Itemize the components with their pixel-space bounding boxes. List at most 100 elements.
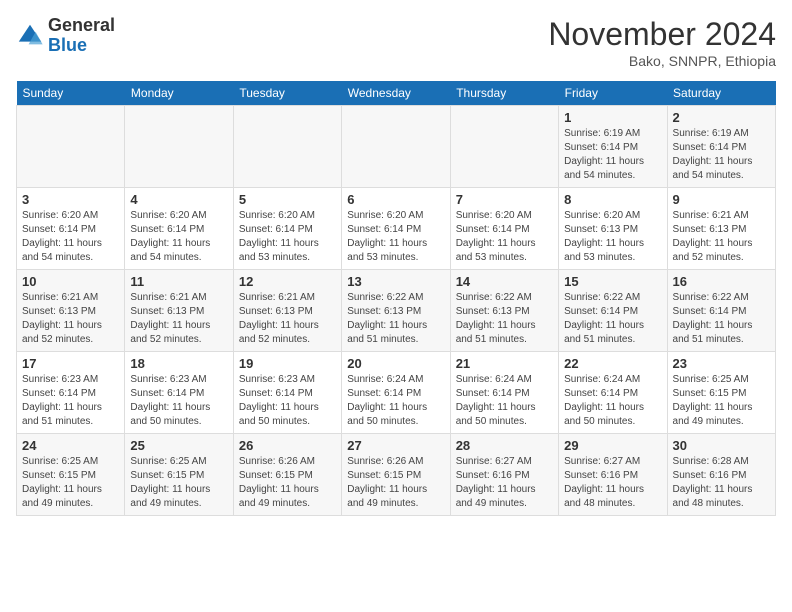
calendar-cell: 5 Sunrise: 6:20 AM Sunset: 6:14 PM Daylig… (233, 188, 341, 270)
weekday-header: Friday (559, 81, 667, 106)
logo: General Blue (16, 16, 115, 56)
day-info: Sunrise: 6:23 AM Sunset: 6:14 PM Dayligh… (239, 373, 336, 429)
day-number: 29 (564, 438, 661, 453)
calendar-cell (233, 106, 341, 188)
calendar-cell (342, 106, 450, 188)
day-info: Sunrise: 6:27 AM Sunset: 6:16 PM Dayligh… (456, 455, 553, 511)
day-info: Sunrise: 6:28 AM Sunset: 6:16 PM Dayligh… (673, 455, 770, 511)
day-number: 14 (456, 274, 553, 289)
day-number: 12 (239, 274, 336, 289)
day-info: Sunrise: 6:25 AM Sunset: 6:15 PM Dayligh… (673, 373, 770, 429)
calendar-cell: 18 Sunrise: 6:23 AM Sunset: 6:14 PM Dayli… (125, 352, 233, 434)
location: Bako, SNNPR, Ethiopia (548, 53, 776, 69)
day-info: Sunrise: 6:24 AM Sunset: 6:14 PM Dayligh… (456, 373, 553, 429)
logo-icon (16, 22, 44, 50)
calendar-cell: 21 Sunrise: 6:24 AM Sunset: 6:14 PM Dayli… (450, 352, 558, 434)
day-number: 16 (673, 274, 770, 289)
day-number: 22 (564, 356, 661, 371)
page-header: General Blue November 2024 Bako, SNNPR, … (16, 16, 776, 69)
day-info: Sunrise: 6:20 AM Sunset: 6:14 PM Dayligh… (347, 209, 444, 265)
calendar-cell: 8Sunrise: 6:20 AM Sunset: 6:13 PM Daylig… (559, 188, 667, 270)
day-info: Sunrise: 6:22 AM Sunset: 6:14 PM Dayligh… (673, 291, 770, 347)
day-info: Sunrise: 6:26 AM Sunset: 6:15 PM Dayligh… (239, 455, 336, 511)
calendar-cell: 4Sunrise: 6:20 AM Sunset: 6:14 PM Daylig… (125, 188, 233, 270)
calendar-cell: 24Sunrise: 6:25 AM Sunset: 6:15 PM Dayli… (17, 434, 125, 516)
calendar-cell: 29 Sunrise: 6:27 AM Sunset: 6:16 PM Dayli… (559, 434, 667, 516)
calendar-cell (125, 106, 233, 188)
calendar-cell: 7Sunrise: 6:20 AM Sunset: 6:14 PM Daylig… (450, 188, 558, 270)
day-number: 17 (22, 356, 119, 371)
calendar-week-row: 3 Sunrise: 6:20 AM Sunset: 6:14 PM Daylig… (17, 188, 776, 270)
calendar-cell: 30 Sunrise: 6:28 AM Sunset: 6:16 PM Dayli… (667, 434, 775, 516)
day-info: Sunrise: 6:22 AM Sunset: 6:13 PM Dayligh… (347, 291, 444, 347)
calendar-table: SundayMondayTuesdayWednesdayThursdayFrid… (16, 81, 776, 516)
calendar-cell: 15 Sunrise: 6:22 AM Sunset: 6:14 PM Dayli… (559, 270, 667, 352)
calendar-cell: 3 Sunrise: 6:20 AM Sunset: 6:14 PM Daylig… (17, 188, 125, 270)
day-info: Sunrise: 6:25 AM Sunset: 6:15 PM Dayligh… (130, 455, 227, 511)
day-number: 18 (130, 356, 227, 371)
day-number: 13 (347, 274, 444, 289)
day-info: Sunrise: 6:26 AM Sunset: 6:15 PM Dayligh… (347, 455, 444, 511)
day-info: Sunrise: 6:24 AM Sunset: 6:14 PM Dayligh… (347, 373, 444, 429)
calendar-cell: 25 Sunrise: 6:25 AM Sunset: 6:15 PM Dayli… (125, 434, 233, 516)
day-number: 3 (22, 192, 119, 207)
day-info: Sunrise: 6:22 AM Sunset: 6:13 PM Dayligh… (456, 291, 553, 347)
day-info: Sunrise: 6:24 AM Sunset: 6:14 PM Dayligh… (564, 373, 661, 429)
day-number: 27 (347, 438, 444, 453)
weekday-header: Saturday (667, 81, 775, 106)
day-number: 25 (130, 438, 227, 453)
weekday-header: Wednesday (342, 81, 450, 106)
calendar-cell: 17Sunrise: 6:23 AM Sunset: 6:14 PM Dayli… (17, 352, 125, 434)
weekday-header: Tuesday (233, 81, 341, 106)
calendar-cell: 9Sunrise: 6:21 AM Sunset: 6:13 PM Daylig… (667, 188, 775, 270)
day-info: Sunrise: 6:21 AM Sunset: 6:13 PM Dayligh… (130, 291, 227, 347)
calendar-cell: 12 Sunrise: 6:21 AM Sunset: 6:13 PM Dayli… (233, 270, 341, 352)
day-info: Sunrise: 6:22 AM Sunset: 6:14 PM Dayligh… (564, 291, 661, 347)
day-info: Sunrise: 6:20 AM Sunset: 6:14 PM Dayligh… (239, 209, 336, 265)
calendar-cell: 13 Sunrise: 6:22 AM Sunset: 6:13 PM Dayli… (342, 270, 450, 352)
day-number: 19 (239, 356, 336, 371)
day-number: 7 (456, 192, 553, 207)
calendar-header-row: SundayMondayTuesdayWednesdayThursdayFrid… (17, 81, 776, 106)
calendar-cell (450, 106, 558, 188)
logo-text: General Blue (48, 16, 115, 56)
calendar-cell: 2Sunrise: 6:19 AM Sunset: 6:14 PM Daylig… (667, 106, 775, 188)
day-info: Sunrise: 6:20 AM Sunset: 6:14 PM Dayligh… (130, 209, 227, 265)
day-number: 23 (673, 356, 770, 371)
day-number: 5 (239, 192, 336, 207)
weekday-header: Thursday (450, 81, 558, 106)
calendar-cell: 10Sunrise: 6:21 AM Sunset: 6:13 PM Dayli… (17, 270, 125, 352)
calendar-cell: 22 Sunrise: 6:24 AM Sunset: 6:14 PM Dayli… (559, 352, 667, 434)
calendar-cell: 14 Sunrise: 6:22 AM Sunset: 6:13 PM Dayli… (450, 270, 558, 352)
day-info: Sunrise: 6:21 AM Sunset: 6:13 PM Dayligh… (22, 291, 119, 347)
calendar-week-row: 1Sunrise: 6:19 AM Sunset: 6:14 PM Daylig… (17, 106, 776, 188)
weekday-header: Monday (125, 81, 233, 106)
day-info: Sunrise: 6:21 AM Sunset: 6:13 PM Dayligh… (673, 209, 770, 265)
day-number: 20 (347, 356, 444, 371)
day-number: 6 (347, 192, 444, 207)
day-info: Sunrise: 6:20 AM Sunset: 6:13 PM Dayligh… (564, 209, 661, 265)
calendar-cell: 27 Sunrise: 6:26 AM Sunset: 6:15 PM Dayli… (342, 434, 450, 516)
day-number: 15 (564, 274, 661, 289)
title-block: November 2024 Bako, SNNPR, Ethiopia (548, 16, 776, 69)
day-number: 26 (239, 438, 336, 453)
calendar-week-row: 10Sunrise: 6:21 AM Sunset: 6:13 PM Dayli… (17, 270, 776, 352)
day-number: 21 (456, 356, 553, 371)
calendar-cell: 6 Sunrise: 6:20 AM Sunset: 6:14 PM Daylig… (342, 188, 450, 270)
calendar-cell (17, 106, 125, 188)
calendar-cell: 26 Sunrise: 6:26 AM Sunset: 6:15 PM Dayli… (233, 434, 341, 516)
day-number: 1 (564, 110, 661, 125)
day-info: Sunrise: 6:23 AM Sunset: 6:14 PM Dayligh… (130, 373, 227, 429)
day-number: 11 (130, 274, 227, 289)
weekday-header: Sunday (17, 81, 125, 106)
day-info: Sunrise: 6:27 AM Sunset: 6:16 PM Dayligh… (564, 455, 661, 511)
day-info: Sunrise: 6:21 AM Sunset: 6:13 PM Dayligh… (239, 291, 336, 347)
month-title: November 2024 (548, 16, 776, 53)
calendar-week-row: 17 Sunrise: 6:23 AM Sunset: 6:14 PM Dayli… (17, 352, 776, 434)
calendar-week-row: 24 Sunrise: 6:25 AM Sunset: 6:15 PM Dayli… (17, 434, 776, 516)
day-info: Sunrise: 6:20 AM Sunset: 6:14 PM Dayligh… (22, 209, 119, 265)
calendar-cell: 19 Sunrise: 6:23 AM Sunset: 6:14 PM Dayli… (233, 352, 341, 434)
day-number: 24 (22, 438, 119, 453)
day-number: 30 (673, 438, 770, 453)
calendar-cell: 1Sunrise: 6:19 AM Sunset: 6:14 PM Daylig… (559, 106, 667, 188)
